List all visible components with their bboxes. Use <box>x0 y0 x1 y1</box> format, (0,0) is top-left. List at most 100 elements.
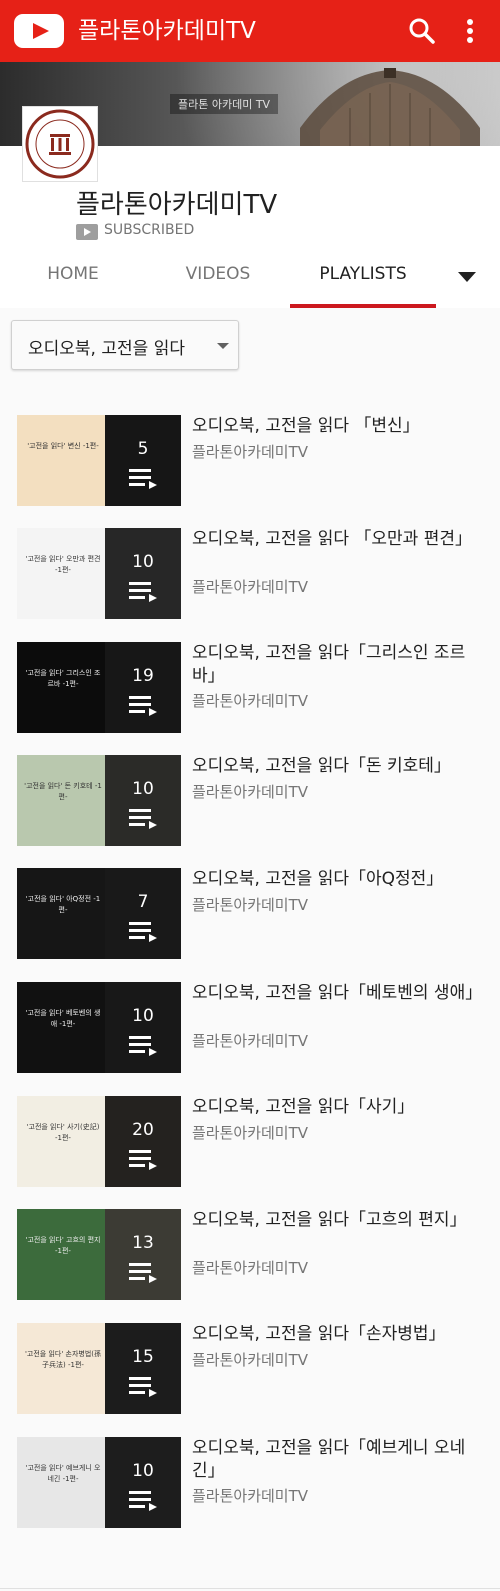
playlist-channel-name: 플라톤아카데미TV <box>192 783 309 801</box>
playlist-title[interactable]: 오디오북, 고전을 읽다「아Q정전」 <box>192 868 482 891</box>
playlist-queue-icon <box>129 1150 157 1170</box>
playlist-count-overlay: 20 <box>105 1096 181 1187</box>
playlist-title[interactable]: 오디오북, 고전을 읽다「예브게니 오네긴」 <box>192 1437 482 1483</box>
playlist-video-count: 13 <box>132 1233 154 1253</box>
playlist-count-overlay: 5 <box>105 415 181 506</box>
playlist-video-count: 20 <box>132 1120 154 1140</box>
playlist-thumbnail[interactable]: '고전을 읽다' 돈 키호테 -1편- 10 <box>17 755 181 846</box>
playlist-channel-name: 플라톤아카데미TV <box>192 1351 309 1369</box>
playlist-item[interactable]: '고전을 읽다' 손자병법(孫子兵法) -1편- 15 오디오북, 고전을 읽다「손… <box>0 1323 500 1437</box>
playlist-video-count: 10 <box>132 552 154 572</box>
divider <box>0 1588 500 1589</box>
playlist-thumbnail[interactable]: '고전을 읽다' 변신 -1편- 5 <box>17 415 181 506</box>
channel-name: 플라톤아카데미TV <box>76 190 278 220</box>
tab-home[interactable]: HOME <box>18 250 128 308</box>
app-title: 플라톤아카데미TV <box>78 18 256 44</box>
thumbnail-artwork: '고전을 읽다' 그리스인 조르바 -1편- <box>17 642 105 733</box>
playlist-count-overlay: 10 <box>105 982 181 1073</box>
playlist-video-count: 10 <box>132 1461 154 1481</box>
playlist-channel-name: 플라톤아카데미TV <box>192 692 309 710</box>
playlist-count-overlay: 15 <box>105 1323 181 1414</box>
playlist-queue-icon <box>129 922 157 942</box>
playlist-item[interactable]: '고전을 읽다' 오만과 편견 -1편- 10 오디오북, 고전을 읽다 「오만과 … <box>0 528 500 642</box>
thumbnail-artwork: '고전을 읽다' 베토벤의 생애 -1편- <box>17 982 105 1073</box>
thumbnail-artwork: '고전을 읽다' 오만과 편견 -1편- <box>17 528 105 619</box>
playlist-queue-icon <box>129 1377 157 1397</box>
playlist-item[interactable]: '고전을 읽다' 아Q정전 -1편- 7 오디오북, 고전을 읽다「아Q정전」 플라톤… <box>0 868 500 982</box>
playlist-thumbnail[interactable]: '고전을 읽다' 아Q정전 -1편- 7 <box>17 868 181 959</box>
thumbnail-artwork: '고전을 읽다' 아Q정전 -1편- <box>17 868 105 959</box>
playlist-thumbnail[interactable]: '고전을 읽다' 예브게니 오네긴 -1편- 10 <box>17 1437 181 1528</box>
playlist-channel-name: 플라톤아카데미TV <box>192 443 309 461</box>
playlist-thumbnail[interactable]: '고전을 읽다' 손자병법(孫子兵法) -1편- 15 <box>17 1323 181 1414</box>
thumbnail-artwork: '고전을 읽다' 손자병법(孫子兵法) -1편- <box>17 1323 105 1414</box>
playlist-channel-name: 플라톤아카데미TV <box>192 1487 309 1505</box>
playlist-queue-icon <box>129 809 157 829</box>
thumbnail-caption: '고전을 읽다' 고흐의 편지 -1편- <box>25 1236 101 1255</box>
playlist-thumbnail[interactable]: '고전을 읽다' 고흐의 편지 -1편- 13 <box>17 1209 181 1300</box>
playlist-title[interactable]: 오디오북, 고전을 읽다「사기」 <box>192 1096 482 1119</box>
playlist-queue-icon <box>129 469 157 489</box>
thumbnail-caption: '고전을 읽다' 오만과 편견 -1편- <box>25 555 101 574</box>
playlist-channel-name: 플라톤아카데미TV <box>192 1124 309 1142</box>
playlist-title[interactable]: 오디오북, 고전을 읽다 「오만과 편견」 <box>192 528 482 551</box>
playlist-count-overlay: 13 <box>105 1209 181 1300</box>
playlist-title[interactable]: 오디오북, 고전을 읽다「돈 키호테」 <box>192 755 482 778</box>
playlist-video-count: 10 <box>132 1006 154 1026</box>
more-vert-icon[interactable] <box>456 14 484 48</box>
tabs-overflow-caret-icon[interactable] <box>458 272 476 282</box>
playlist-filter-dropdown[interactable]: 오디오북, 고전을 읽다 <box>11 320 239 370</box>
thumbnail-caption: '고전을 읽다' 사기(史記) -1편- <box>26 1123 100 1142</box>
playlist-item[interactable]: '고전을 읽다' 예브게니 오네긴 -1편- 10 오디오북, 고전을 읽다「예브게… <box>0 1437 500 1551</box>
search-icon[interactable] <box>405 14 439 48</box>
playlist-item[interactable]: '고전을 읽다' 사기(史記) -1편- 20 오디오북, 고전을 읽다「사기」 플라… <box>0 1096 500 1210</box>
channel-avatar[interactable] <box>22 106 98 182</box>
thumbnail-caption: '고전을 읽다' 예브게니 오네긴 -1편- <box>25 1464 101 1483</box>
playlist-thumbnail[interactable]: '고전을 읽다' 그리스인 조르바 -1편- 19 <box>17 642 181 733</box>
playlist-queue-icon <box>129 696 157 716</box>
playlist-title[interactable]: 오디오북, 고전을 읽다「그리스인 조르바」 <box>192 642 482 688</box>
thumbnail-caption: '고전을 읽다' 변신 -1편- <box>27 442 99 450</box>
cathedral-dome-image <box>300 68 480 146</box>
playlist-thumbnail[interactable]: '고전을 읽다' 베토벤의 생애 -1편- 10 <box>17 982 181 1073</box>
tab-playlists[interactable]: PLAYLISTS <box>290 250 436 308</box>
subscribed-icon[interactable] <box>76 224 98 240</box>
thumbnail-artwork: '고전을 읽다' 사기(史記) -1편- <box>17 1096 105 1187</box>
tab-videos[interactable]: VIDEOS <box>162 250 274 308</box>
playlist-video-count: 5 <box>137 439 149 459</box>
thumbnail-artwork: '고전을 읽다' 예브게니 오네긴 -1편- <box>17 1437 105 1528</box>
playlist-channel-name: 플라톤아카데미TV <box>192 1259 309 1277</box>
thumbnail-artwork: '고전을 읽다' 변신 -1편- <box>17 415 105 506</box>
playlist-queue-icon <box>129 582 157 602</box>
playlist-title[interactable]: 오디오북, 고전을 읽다「고흐의 편지」 <box>192 1209 482 1232</box>
playlist-title[interactable]: 오디오북, 고전을 읽다 「변신」 <box>192 415 482 438</box>
thumbnail-caption: '고전을 읽다' 베토벤의 생애 -1편- <box>25 1009 101 1028</box>
playlist-queue-icon <box>129 1263 157 1283</box>
subscribed-label[interactable]: SUBSCRIBED <box>104 222 194 238</box>
thumbnail-artwork: '고전을 읽다' 돈 키호테 -1편- <box>17 755 105 846</box>
top-app-bar: 플라톤아카데미TV <box>0 0 500 62</box>
dropdown-caret-icon <box>217 343 229 349</box>
playlist-count-overlay: 10 <box>105 755 181 846</box>
playlist-item[interactable]: '고전을 읽다' 베토벤의 생애 -1편- 10 오디오북, 고전을 읽다「베토벤의… <box>0 982 500 1096</box>
playlist-thumbnail[interactable]: '고전을 읽다' 오만과 편견 -1편- 10 <box>17 528 181 619</box>
playlist-item[interactable]: '고전을 읽다' 그리스인 조르바 -1편- 19 오디오북, 고전을 읽다「그리스… <box>0 642 500 756</box>
playlist-title[interactable]: 오디오북, 고전을 읽다「손자병법」 <box>192 1323 482 1346</box>
playlist-video-count: 19 <box>132 666 154 686</box>
playlist-item[interactable]: '고전을 읽다' 변신 -1편- 5 오디오북, 고전을 읽다 「변신」 플라톤아카데… <box>0 415 500 529</box>
thumbnail-caption: '고전을 읽다' 손자병법(孫子兵法) -1편- <box>25 1350 101 1369</box>
playlist-queue-icon <box>129 1491 157 1511</box>
playlist-item[interactable]: '고전을 읽다' 고흐의 편지 -1편- 13 오디오북, 고전을 읽다「고흐의 편… <box>0 1209 500 1323</box>
thumbnail-caption: '고전을 읽다' 아Q정전 -1편- <box>25 895 101 914</box>
playlist-item[interactable]: '고전을 읽다' 돈 키호테 -1편- 10 오디오북, 고전을 읽다「돈 키호테」… <box>0 755 500 869</box>
playlist-count-overlay: 10 <box>105 528 181 619</box>
thumbnail-caption: '고전을 읽다' 그리스인 조르바 -1편- <box>25 669 101 688</box>
playlist-channel-name: 플라톤아카데미TV <box>192 1032 309 1050</box>
playlist-queue-icon <box>129 1036 157 1056</box>
playlist-channel-name: 플라톤아카데미TV <box>192 896 309 914</box>
youtube-logo-icon[interactable] <box>14 14 64 48</box>
playlist-title[interactable]: 오디오북, 고전을 읽다「베토벤의 생애」 <box>192 982 482 1005</box>
playlist-video-count: 15 <box>132 1347 154 1367</box>
platon-academy-logo-icon <box>25 109 95 179</box>
playlist-thumbnail[interactable]: '고전을 읽다' 사기(史記) -1편- 20 <box>17 1096 181 1187</box>
